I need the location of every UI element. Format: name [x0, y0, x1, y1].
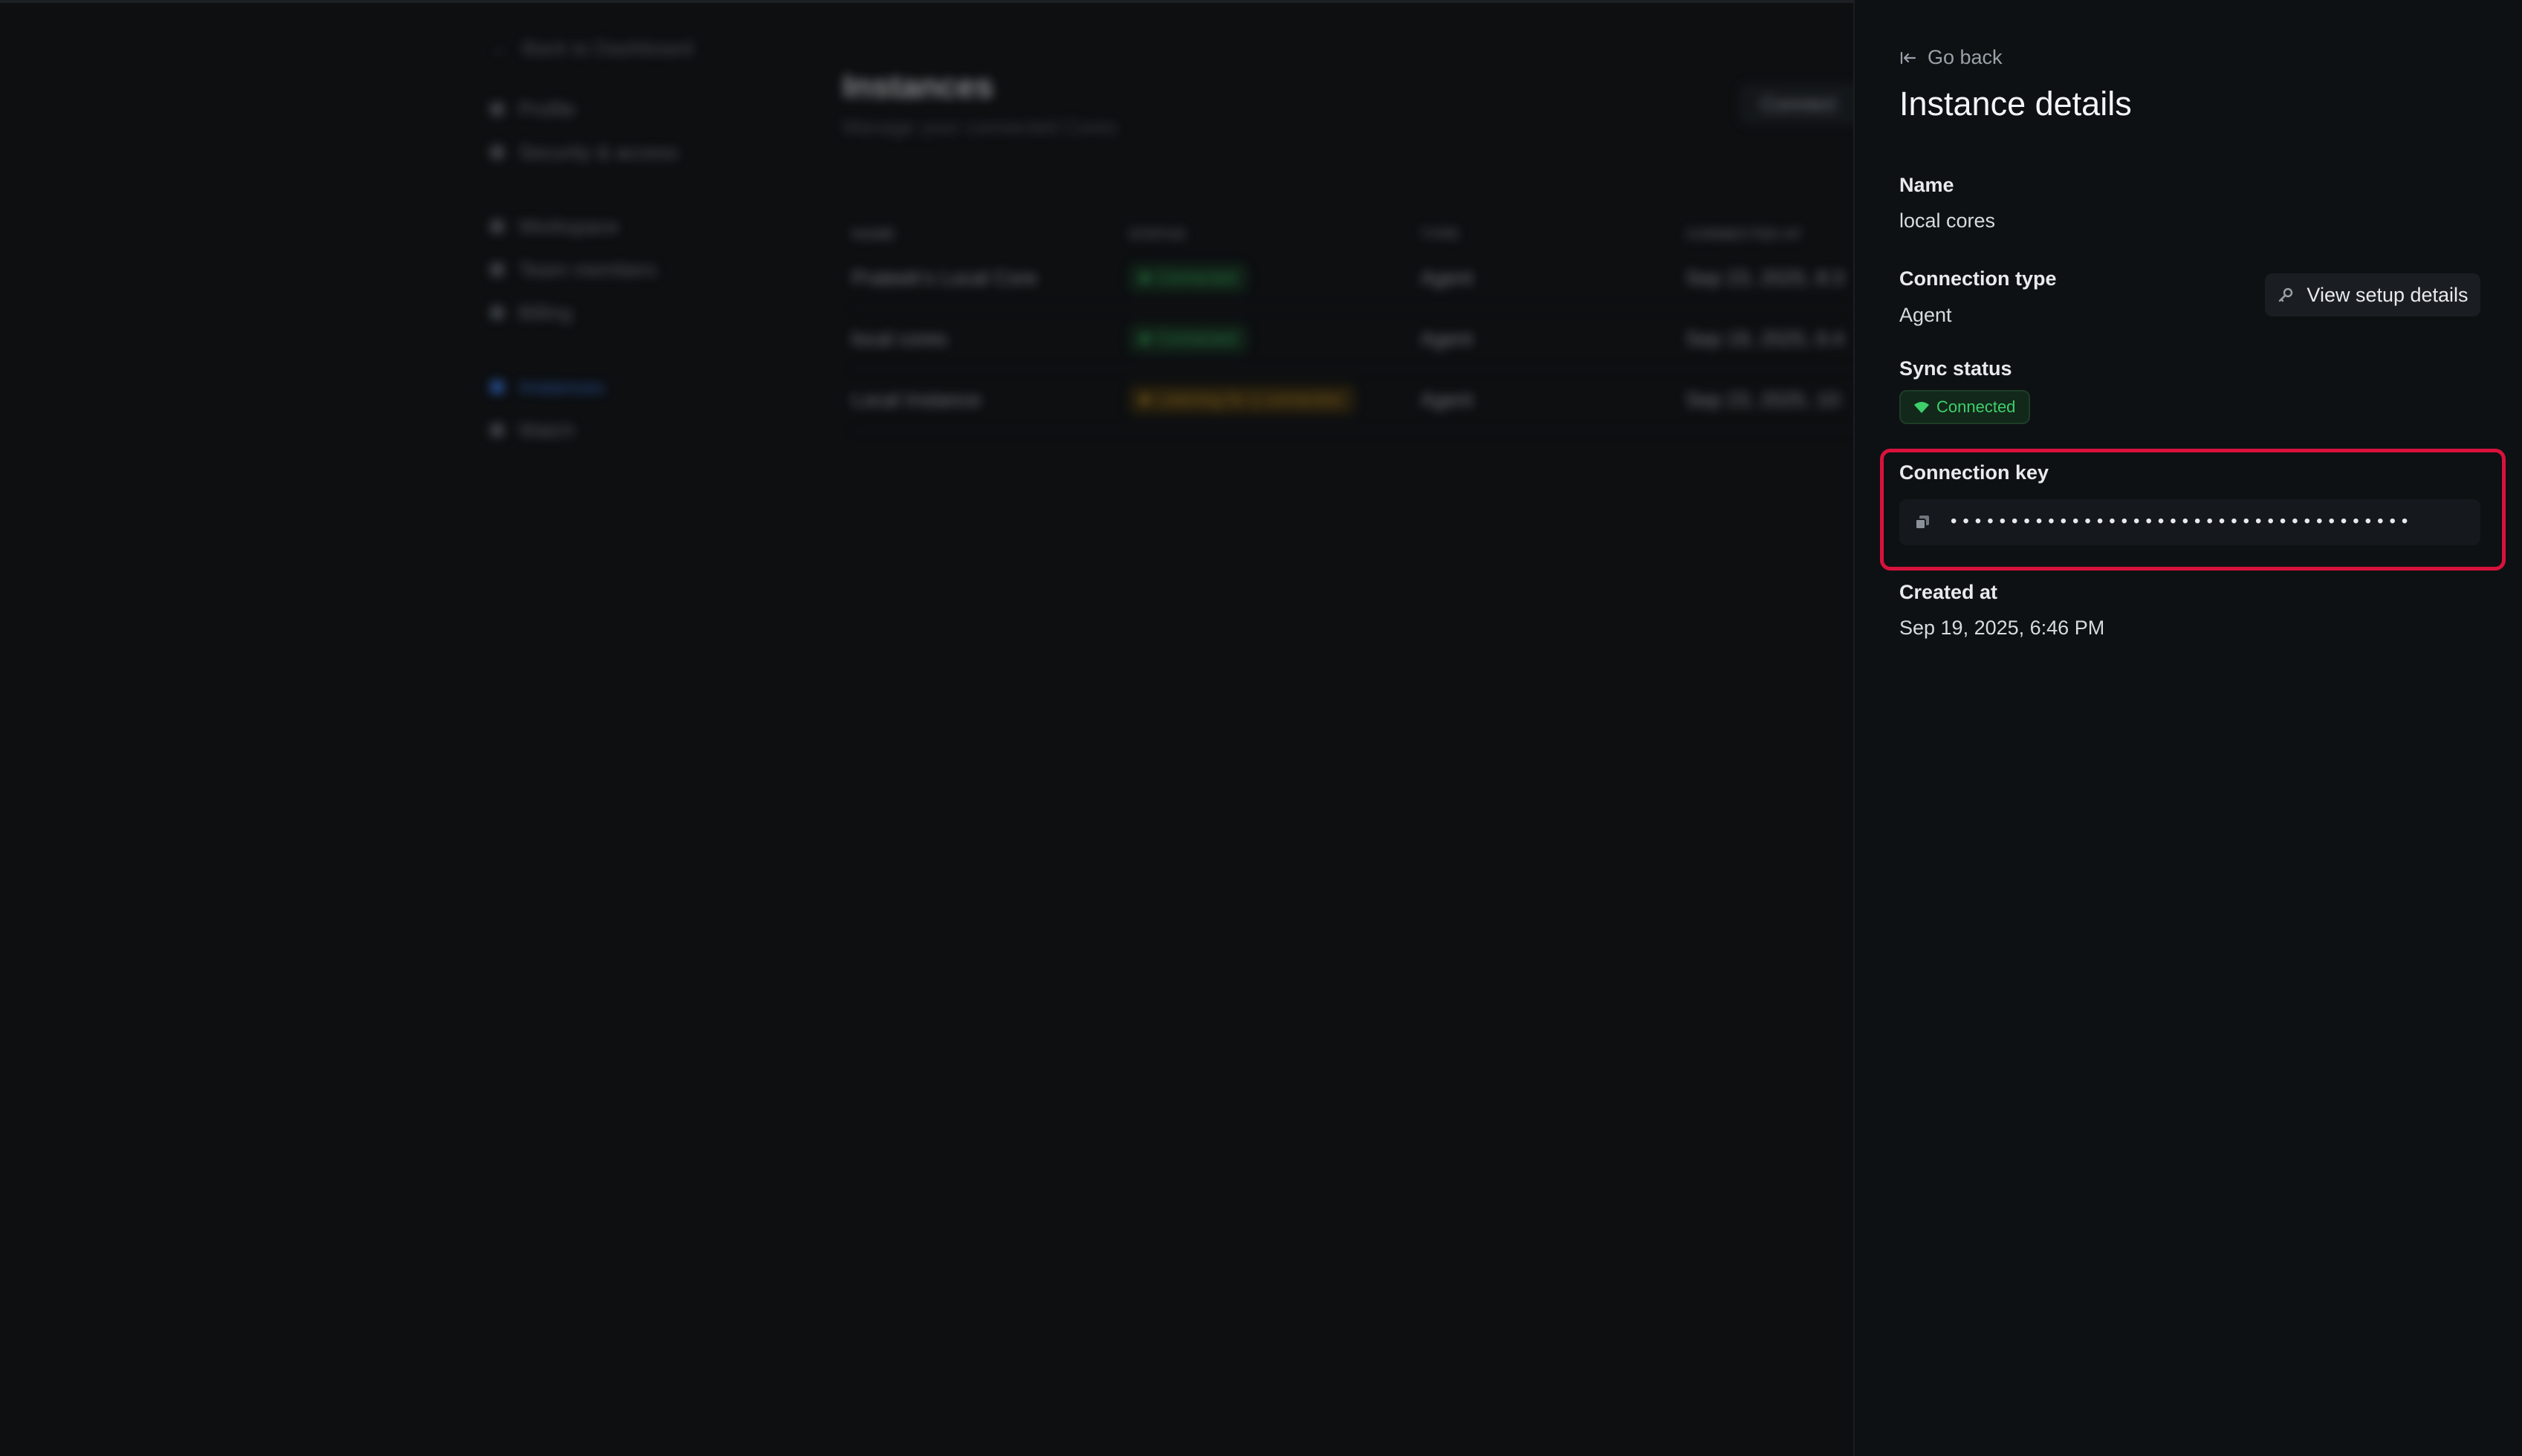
sidebar-item: Workspace [490, 205, 736, 248]
sidebar-item: Profile [490, 88, 736, 131]
setup-button-label: View setup details [2307, 283, 2468, 306]
go-back-icon [1900, 51, 1916, 64]
table-cell: Agent [1420, 388, 1473, 411]
table-cell: local cores [852, 327, 948, 350]
table-row: Local Instance Listening for a connection… [852, 370, 1892, 431]
sidebar-item-label: Profile [519, 97, 576, 120]
connect-label: Connect [1761, 92, 1836, 115]
view-setup-details-button[interactable]: View setup details [2265, 273, 2480, 316]
table-row: Prateek's Local Core Connected Agent Sep 23… [852, 248, 1892, 309]
status-badge: Connected [1128, 324, 1248, 354]
sidebar-item: Watch [490, 409, 736, 452]
sync-status-badge: Connected [1899, 390, 2031, 424]
instances-table: NAME STATUS TYPE CONNECTED AT Prateek's Loc… [852, 221, 1892, 431]
created-at-label: Created at [1899, 581, 1998, 603]
sidebar-item-label: Team members [519, 258, 658, 281]
nav-item-icon [490, 380, 504, 394]
go-back-label: Go back [1928, 46, 2003, 68]
status-text: Listening for a connection [1156, 390, 1343, 409]
column-header: STATUS [1128, 226, 1186, 243]
panel-title: Instance details [1899, 85, 2132, 123]
sidebar-item-label: Security & access [519, 140, 678, 163]
nav-group-gap [490, 334, 736, 365]
status-badge: Connected [1128, 263, 1248, 293]
sidebar-item: Team members [490, 248, 736, 291]
status-dot-icon [1140, 395, 1150, 404]
sidebar-item: Instances [490, 365, 736, 409]
sidebar-item-label: Billing [519, 301, 573, 324]
page-subtitle: Manage your connected Cores [843, 116, 1118, 138]
nav-item-icon [490, 306, 504, 319]
sidebar-item-label: Workspace [519, 215, 619, 238]
name-value: local cores [1899, 209, 1996, 232]
sidebar-item-label: Instances [519, 375, 605, 398]
background-app: ← Back to Dashboard Profile Security & ac… [0, 0, 1892, 1456]
column-header: TYPE [1420, 226, 1459, 243]
connection-type-label: Connection type [1899, 267, 2057, 290]
status-badge: Listening for a connection [1128, 385, 1355, 415]
table-cell: Agent [1420, 266, 1473, 289]
nav-item-icon [490, 146, 504, 159]
go-back-link[interactable]: Go back [1899, 46, 2003, 69]
status-dot-icon [1140, 334, 1150, 343]
sidebar-item: Security & access [490, 131, 736, 174]
connection-type-value: Agent [1899, 304, 1952, 326]
copy-icon[interactable] [1914, 514, 1931, 530]
sidebar-item-label: Watch [519, 418, 575, 441]
page-title: Instances [843, 68, 993, 105]
table-header: NAME STATUS TYPE CONNECTED AT [852, 221, 1892, 248]
table-cell: Listening for a connection [1128, 385, 1421, 415]
nav-item-icon [490, 103, 504, 116]
sidebar-item: Billing [490, 291, 736, 334]
connection-key-field[interactable]: •••••••••••••••••••••••••••••••••••••• [1899, 499, 2480, 545]
settings-sidebar: ← Back to Dashboard Profile Security & ac… [490, 30, 736, 452]
table-cell: Connected [1128, 324, 1421, 354]
status-dot-icon [1140, 273, 1150, 282]
status-text: Connected [1156, 268, 1236, 287]
key-icon [2279, 287, 2293, 302]
sync-status-value: Connected [1936, 397, 2016, 416]
created-at-value: Sep 19, 2025, 6:46 PM [1899, 617, 2105, 639]
instances-page: Instances Manage your connected Cores [843, 68, 1853, 139]
table-cell: Local Instance [852, 388, 982, 411]
nav-item-icon [490, 423, 504, 437]
arrow-left-icon: ← [490, 36, 510, 59]
nav-group-gap [490, 174, 736, 205]
back-label: Back to Dashboard [522, 36, 693, 59]
table-row: local cores Connected Agent Sep 19, 2025, 6… [852, 309, 1892, 370]
connection-key-label: Connection key [1899, 461, 2049, 484]
connect-button: Connect [1739, 83, 1873, 125]
connection-key-value: •••••••••••••••••••••••••••••••••••••• [1948, 512, 2412, 533]
table-cell: Prateek's Local Core [852, 266, 1037, 289]
table-cell: Connected [1128, 263, 1421, 293]
sync-status-label: Sync status [1899, 357, 2012, 380]
sidebar-nav: Profile Security & access Workspace Team me… [490, 88, 736, 452]
status-text: Connected [1156, 329, 1236, 348]
table-body: Prateek's Local Core Connected Agent Sep 23… [852, 248, 1892, 431]
nav-item-icon [490, 263, 504, 276]
back-to-dashboard-link: ← Back to Dashboard [490, 30, 736, 67]
table-cell: Agent [1420, 327, 1473, 350]
nav-item-icon [490, 220, 504, 233]
name-label: Name [1899, 174, 1954, 196]
column-header: NAME [852, 226, 895, 243]
wifi-icon [1914, 402, 1929, 413]
